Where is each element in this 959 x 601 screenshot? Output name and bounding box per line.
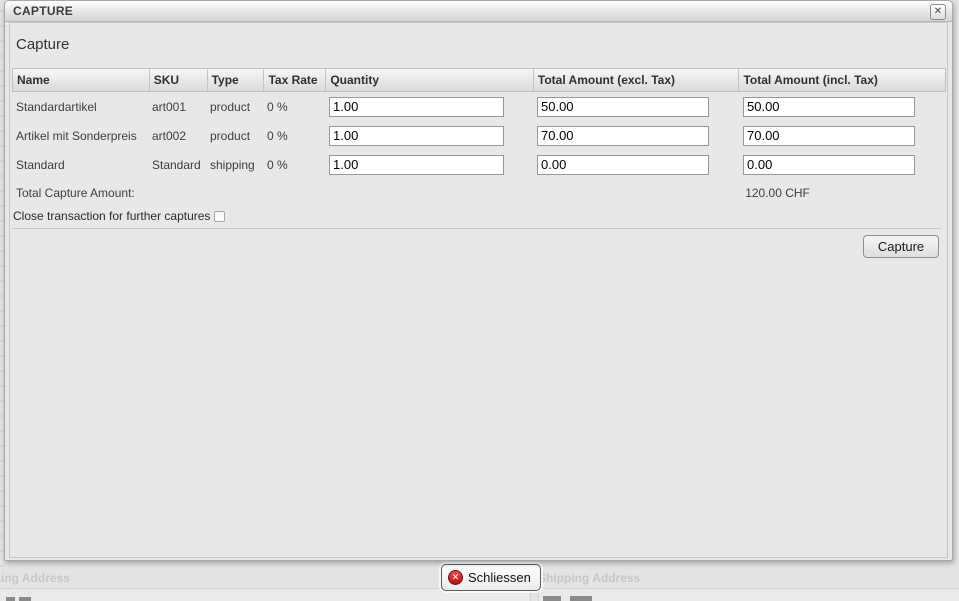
capture-modal: CAPTURE ✕ Capture Name SKU Type Tax Rate…	[4, 0, 953, 561]
schliessen-label: Schliessen	[468, 570, 531, 585]
amount-incl-tax-input[interactable]	[743, 97, 915, 117]
column-header-name: Name	[13, 69, 149, 91]
table-header-row: Name SKU Type Tax Rate Quantity Total Am…	[12, 68, 946, 92]
shipping-address-heading: Shipping Address	[538, 571, 640, 585]
close-transaction-checkbox[interactable]	[214, 211, 225, 222]
cell-sku: art002	[148, 129, 206, 143]
panel-heading: Capture	[16, 36, 69, 53]
cell-type: product	[206, 129, 263, 143]
cell-type: shipping	[206, 158, 263, 172]
table-row: Standardartikel art001 product 0 %	[12, 92, 946, 121]
column-header-tax-rate: Tax Rate	[263, 69, 325, 91]
total-capture-amount-label: Total Capture Amount:	[12, 186, 332, 200]
close-transaction-label: Close transaction for further captures	[13, 209, 210, 223]
modal-title: CAPTURE	[13, 4, 73, 18]
cell-name: Artikel mit Sonderpreis	[12, 129, 148, 143]
page-fragment	[570, 596, 592, 601]
cell-type: product	[206, 100, 263, 114]
column-header-quantity: Quantity	[325, 69, 533, 91]
column-header-type: Type	[207, 69, 264, 91]
total-row: Total Capture Amount: 120.00 CHF	[12, 179, 946, 207]
cell-name: Standardartikel	[12, 100, 148, 114]
billing-address-heading: ing Address	[1, 571, 70, 585]
schliessen-button[interactable]: ✕ Schliessen	[441, 564, 541, 591]
cell-tax-rate: 0 %	[263, 100, 325, 114]
column-header-incl-tax: Total Amount (incl. Tax)	[738, 69, 945, 91]
divider	[12, 228, 941, 229]
close-icon[interactable]: ✕	[930, 4, 946, 20]
capture-panel: Capture Name SKU Type Tax Rate Quantity …	[9, 22, 948, 558]
screen: ing Address Shipping Address ✕ Schliesse…	[0, 0, 959, 601]
page-fragment	[543, 596, 561, 601]
column-header-sku: SKU	[149, 69, 207, 91]
cell-tax-rate: 0 %	[263, 158, 325, 172]
amount-incl-tax-input[interactable]	[743, 155, 915, 175]
amount-excl-tax-input[interactable]	[537, 126, 709, 146]
amount-incl-tax-input[interactable]	[743, 126, 915, 146]
cell-sku: Standard	[148, 158, 206, 172]
cell-tax-rate: 0 %	[263, 129, 325, 143]
amount-excl-tax-input[interactable]	[537, 155, 709, 175]
close-transaction-row: Close transaction for further captures	[13, 208, 225, 224]
table-row: Artikel mit Sonderpreis art002 product 0…	[12, 121, 946, 150]
cell-sku: art001	[148, 100, 206, 114]
total-capture-amount-value: 120.00 CHF	[741, 186, 946, 200]
page-fragment	[6, 597, 15, 601]
column-header-excl-tax: Total Amount (excl. Tax)	[533, 69, 739, 91]
close-red-icon: ✕	[448, 570, 463, 585]
quantity-input[interactable]	[329, 97, 504, 117]
modal-titlebar: CAPTURE ✕	[5, 1, 952, 22]
quantity-input[interactable]	[329, 155, 504, 175]
shipping-address-box	[538, 588, 959, 601]
cell-name: Standard	[12, 158, 148, 172]
page-fragment	[19, 597, 31, 601]
table-row: Standard Standard shipping 0 %	[12, 150, 946, 179]
quantity-input[interactable]	[329, 126, 504, 146]
capture-button[interactable]: Capture	[863, 235, 939, 258]
amount-excl-tax-input[interactable]	[537, 97, 709, 117]
